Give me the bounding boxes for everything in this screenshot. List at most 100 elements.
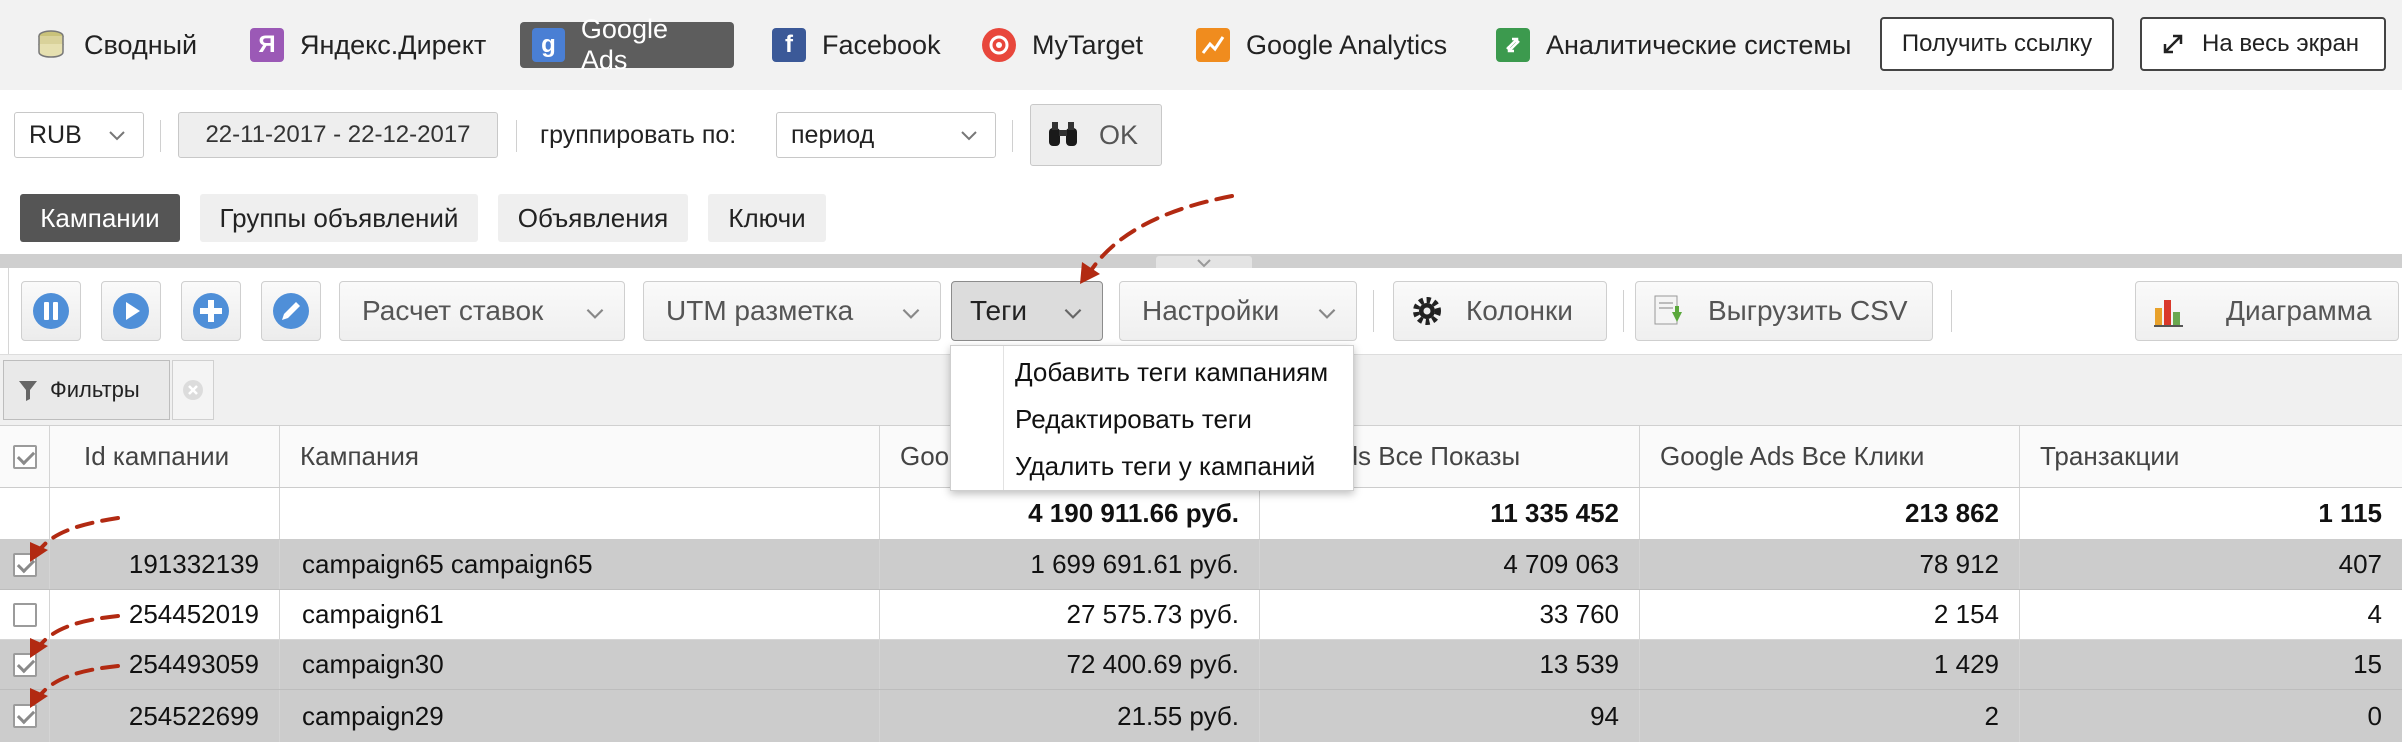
- menu-gutter: [1003, 346, 1004, 490]
- menu-item-edit-tags[interactable]: Редактировать теги: [1015, 399, 1252, 439]
- row-checkbox[interactable]: [12, 602, 37, 627]
- tags-menu: Добавить теги кампаниям Редактировать те…: [950, 345, 1354, 491]
- chart-button[interactable]: Диаграмма: [2135, 281, 2399, 341]
- col-header-id[interactable]: Id кампании: [50, 426, 280, 487]
- columns-button[interactable]: Колонки: [1393, 281, 1607, 341]
- totals-empty-cell: [0, 488, 50, 539]
- level-tabs: Кампании Группы объявлений Объявления Кл…: [0, 180, 2402, 254]
- bid-calc-dropdown[interactable]: Расчет ставок: [339, 281, 625, 341]
- campaign-name[interactable]: campaign30: [280, 640, 880, 689]
- play-button[interactable]: [101, 281, 161, 341]
- expand-icon: [2162, 33, 2184, 55]
- currency-select[interactable]: RUB: [14, 112, 144, 158]
- nav-label: Facebook: [822, 29, 941, 60]
- campaign-name[interactable]: campaign29: [280, 690, 880, 742]
- divider: [516, 120, 517, 152]
- chevron-down-icon: [109, 131, 125, 141]
- row-select-cell[interactable]: [0, 590, 50, 639]
- nav-item-svodny[interactable]: Сводный: [22, 22, 215, 68]
- nav-item-facebook[interactable]: f Facebook: [760, 22, 959, 68]
- select-all-checkbox[interactable]: [12, 444, 37, 469]
- group-by-select[interactable]: период: [776, 112, 996, 158]
- nav-item-analytics-systems[interactable]: Аналитические системы: [1484, 22, 1869, 68]
- export-csv-icon: [1650, 293, 1686, 329]
- tags-dropdown[interactable]: Теги: [951, 281, 1103, 341]
- binoculars-icon: [1047, 120, 1079, 150]
- select-all-cell[interactable]: [0, 426, 50, 487]
- tab-campaigns[interactable]: Кампании: [20, 194, 180, 242]
- filter-icon: [18, 379, 38, 409]
- nav-item-google-analytics[interactable]: Google Analytics: [1184, 22, 1465, 68]
- nav-item-yandex-direct[interactable]: Я Яндекс.Директ: [238, 22, 504, 68]
- campaign-clicks: 2: [1640, 690, 2020, 742]
- table-row[interactable]: 254452019 campaign61 27 575.73 руб. 33 7…: [0, 590, 2402, 640]
- export-csv-button[interactable]: Выгрузить CSV: [1635, 281, 1933, 341]
- ok-button[interactable]: OK: [1030, 104, 1162, 166]
- campaign-name[interactable]: campaign61: [280, 590, 880, 639]
- campaign-transactions: 15: [2353, 649, 2382, 679]
- menu-item-add-tags[interactable]: Добавить теги кампаниям: [1015, 352, 1328, 392]
- menu-item-remove-tags[interactable]: Удалить теги у кампаний: [1015, 446, 1315, 486]
- tab-keywords[interactable]: Ключи: [708, 194, 826, 242]
- settings-dropdown[interactable]: Настройки: [1119, 281, 1357, 341]
- campaign-transactions: 4: [2367, 599, 2382, 629]
- campaign-transactions: 0: [2367, 700, 2382, 731]
- date-range-picker[interactable]: 22-11-2017 - 22-12-2017: [178, 112, 498, 158]
- google-analytics-icon: [1196, 28, 1230, 62]
- nav-label: MyTarget: [1032, 29, 1144, 60]
- ok-label: OK: [1099, 119, 1139, 150]
- play-icon: [113, 293, 149, 329]
- add-campaign-button[interactable]: [181, 281, 241, 341]
- row-select-cell[interactable]: [0, 690, 50, 742]
- total-cost: 4 190 911.66 руб.: [880, 488, 1260, 539]
- campaign-cost: 72 400.69 руб.: [880, 640, 1260, 689]
- get-link-button[interactable]: Получить ссылку: [1880, 17, 2114, 71]
- row-select-cell[interactable]: [0, 640, 50, 689]
- collapse-handle[interactable]: [1156, 256, 1252, 268]
- table-row[interactable]: 254522699 campaign29 21.55 руб. 94 2 0: [0, 690, 2402, 742]
- stack-icon: [34, 28, 68, 62]
- totals-empty-cell: [280, 488, 880, 539]
- tab-ad-groups[interactable]: Группы объявлений: [200, 194, 478, 242]
- export-csv-label: Выгрузить CSV: [1708, 295, 1908, 326]
- tags-label: Теги: [970, 295, 1027, 326]
- nav-label: Google Ads: [580, 14, 668, 75]
- chart-label: Диаграмма: [2226, 295, 2372, 326]
- nav-item-google-ads[interactable]: g Google Ads: [520, 14, 734, 75]
- row-select-cell[interactable]: [0, 540, 50, 589]
- divider: [1012, 120, 1013, 152]
- campaign-cost: 21.55 руб.: [880, 690, 1260, 742]
- nav-item-mytarget[interactable]: MyTarget: [970, 22, 1161, 68]
- table-row[interactable]: 191332139 campaign65 campaign65 1 699 69…: [0, 540, 2402, 590]
- chevron-down-icon: [1064, 308, 1082, 319]
- campaign-impressions: 13 539: [1260, 640, 1640, 689]
- campaign-impressions: 94: [1260, 690, 1640, 742]
- bid-calc-label: Расчет ставок: [362, 295, 544, 326]
- nav-label: Аналитические системы: [1546, 29, 1852, 60]
- total-transactions: 1 115: [2318, 498, 2382, 528]
- row-checkbox[interactable]: [12, 652, 37, 677]
- fullscreen-button[interactable]: На весь экран: [2140, 17, 2386, 71]
- col-header-clicks[interactable]: Google Ads Все Клики: [1640, 426, 2020, 487]
- col-header-campaign[interactable]: Кампания: [280, 426, 880, 487]
- clear-filters-button[interactable]: [172, 360, 214, 420]
- divider: [160, 120, 161, 152]
- columns-label: Колонки: [1466, 295, 1573, 326]
- filters-label: Фильтры: [50, 377, 140, 402]
- tab-ads[interactable]: Объявления: [498, 194, 688, 242]
- pause-button[interactable]: [21, 281, 81, 341]
- edit-button[interactable]: [261, 281, 321, 341]
- filters-button[interactable]: Фильтры: [3, 360, 170, 420]
- filter-row: RUB 22-11-2017 - 22-12-2017 группировать…: [0, 90, 2402, 180]
- campaign-name[interactable]: campaign65 campaign65: [280, 540, 880, 589]
- campaign-impressions: 4 709 063: [1260, 540, 1640, 589]
- utm-dropdown[interactable]: UTM разметка: [643, 281, 941, 341]
- row-checkbox[interactable]: [12, 704, 37, 728]
- plus-icon: [193, 293, 229, 329]
- campaign-id: 254452019: [50, 590, 280, 639]
- divider: [1951, 290, 1952, 332]
- divider: [1373, 290, 1374, 332]
- table-row[interactable]: 254493059 campaign30 72 400.69 руб. 13 5…: [0, 640, 2402, 690]
- col-header-transactions[interactable]: Транзакции: [2020, 426, 2402, 487]
- row-checkbox[interactable]: [12, 552, 37, 577]
